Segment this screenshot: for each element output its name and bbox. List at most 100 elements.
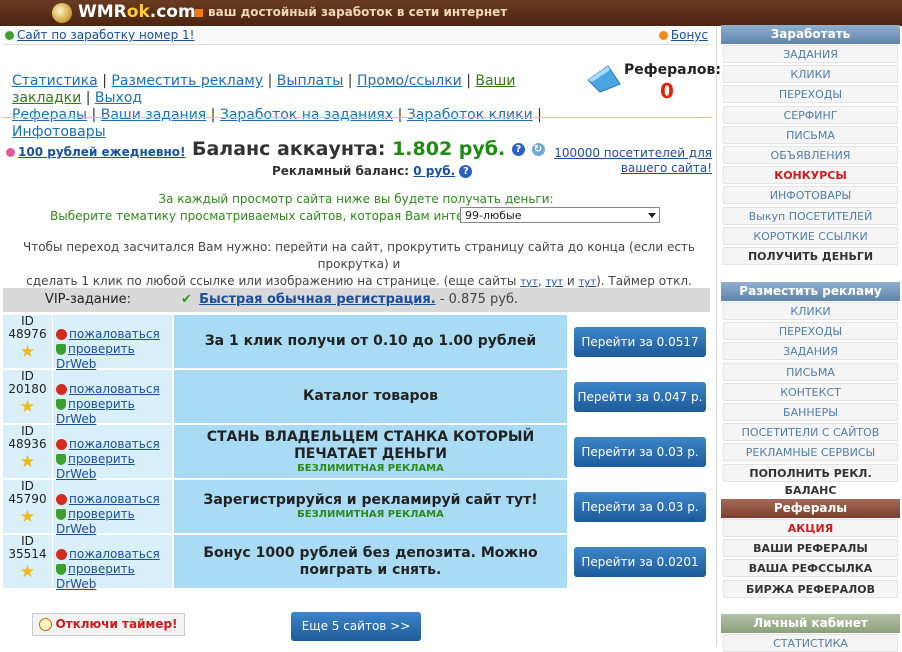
table-row: ID 48936 ★ пожаловаться проверить DrWeb … (3, 424, 710, 481)
shield-icon (56, 509, 66, 520)
sidebar-item-earn[interactable]: ПИСЬМА (723, 126, 898, 144)
nav-statistics[interactable]: Статистика (12, 73, 98, 89)
nav-earn-tasks[interactable]: Заработок на заданиях (220, 107, 393, 123)
nav-earn-clicks[interactable]: Заработок клики (407, 107, 533, 123)
more-sites-link-2[interactable]: тут (545, 277, 563, 288)
sidebar-item-advertise[interactable]: КОНТЕКСТ (723, 383, 898, 401)
row-id-cell: ID 45790 ★ (3, 480, 52, 533)
sidebar-item-advertise[interactable]: ПЕРЕХОДЫ (723, 322, 898, 340)
visitors-promo-link-2[interactable]: вашего сайта! (621, 161, 712, 175)
sidebar-item-referrals[interactable]: ВАШИ РЕФЕРАЛЫ (723, 539, 898, 557)
complain-action: пожаловаться (56, 437, 160, 452)
sidebar-item-earn[interactable]: ИНФОТОВАРЫ (723, 186, 898, 204)
help-icon[interactable]: ? (511, 143, 525, 156)
stop-icon (56, 329, 67, 340)
shield-icon (56, 454, 66, 465)
row-id: 45790 (8, 492, 47, 506)
complain-link[interactable]: пожаловаться (69, 492, 160, 506)
site-best-link[interactable]: Сайт по заработку номер 1! (17, 28, 194, 42)
sidebar-item-earn[interactable]: КОРОТКИЕ ССЫЛКИ (723, 227, 898, 245)
timer-off-button[interactable]: Отключи таймер! (32, 613, 185, 636)
chevron-down-icon (648, 213, 656, 218)
refresh-icon[interactable]: ↻ (531, 143, 545, 156)
go-button[interactable]: Перейти за 0.0201 (574, 547, 706, 577)
nav-your-tasks[interactable]: Ваши задания (101, 107, 207, 123)
sidebar-item-advertise[interactable]: ЗАДАНИЯ (723, 342, 898, 360)
star-icon: ★ (19, 452, 36, 472)
sidebar-item-referrals[interactable]: БИРЖА РЕФЕРАЛОВ (723, 580, 898, 598)
sidebar-item-advertise[interactable]: ПОПОЛНИТЬ РЕКЛ. БАЛАНС (723, 464, 898, 497)
site-logo[interactable]: WMRok.com (78, 2, 196, 22)
sidebar-item-earn[interactable]: КЛИКИ (723, 65, 898, 83)
ad-balance: Рекламный баланс: 0 руб. ? (272, 164, 473, 178)
drweb-action: проверить DrWeb (56, 342, 172, 372)
logo-icon[interactable] (52, 3, 72, 23)
account-balance: Баланс аккаунта: 1.802 руб. ? ↻ (192, 138, 545, 160)
main-nav: Статистика | Разместить рекламу | Выплат… (12, 73, 542, 140)
sidebar-item-earn[interactable]: Выкуп ПОСЕТИТЕЛЕЙ (723, 207, 898, 225)
go-button[interactable]: Перейти за 0.047 р. (574, 382, 706, 412)
sidebar-item-referrals[interactable]: ВАША РЕФССЫЛКА (723, 559, 898, 577)
row-title-cell: Зарегистрируйся и рекламируй сайт тут! Б… (174, 480, 567, 533)
site-best-link-wrap: Сайт по заработку номер 1! (5, 28, 194, 42)
bonus-icon (658, 31, 668, 40)
nav-payouts[interactable]: Выплаты (277, 73, 344, 89)
theme-select[interactable]: 99-любые (460, 207, 660, 223)
row-button-cell: Перейти за 0.0517 (568, 315, 710, 368)
sidebar-item-earn[interactable]: ПОЛУЧИТЬ ДЕНЬГИ (723, 247, 898, 265)
checkmark-icon: ✔ (181, 292, 192, 307)
complain-link[interactable]: пожаловаться (69, 547, 160, 561)
quick-registration: ✔ Быстрая обычная регистрация. - 0.875 р… (181, 292, 518, 307)
more-sites-button[interactable]: Еще 5 сайтов >> (291, 612, 421, 641)
complain-link[interactable]: пожаловаться (69, 437, 160, 451)
sidebar-item-earn[interactable]: КОНКУРСЫ (723, 166, 898, 184)
row-button-cell: Перейти за 0.03 р. (568, 425, 710, 478)
sidebar-item-advertise[interactable]: РЕКЛАМНЫЕ СЕРВИСЫ (723, 443, 898, 461)
sidebar-item-earn[interactable]: СЕРФИНГ (723, 106, 898, 124)
go-button[interactable]: Перейти за 0.03 р. (574, 437, 706, 467)
ad-balance-help-icon[interactable]: ? (459, 165, 473, 178)
sidebar-item-earn[interactable]: ОБЪЯВЛЕНИЯ (723, 146, 898, 164)
bonus-link[interactable]: Бонус (671, 28, 708, 42)
sidebar-item-advertise[interactable]: ПОСЕТИТЕЛИ С САЙТОВ (723, 423, 898, 441)
daily-bonus-link[interactable]: 100 рублей ежедневно! (18, 145, 185, 159)
quick-registration-link[interactable]: Быстрая обычная регистрация. (199, 292, 436, 307)
row-id: 20180 (8, 382, 47, 396)
row-actions-cell: пожаловаться проверить DrWeb (53, 370, 172, 426)
nav-logout[interactable]: Выход (95, 90, 142, 106)
sidebar-item-referrals[interactable]: АКЦИЯ (723, 519, 898, 537)
nav-infoproducts[interactable]: Инфотовары (12, 124, 106, 140)
more-sites-link-3[interactable]: тут (579, 277, 597, 288)
row-actions-cell: пожаловаться проверить DrWeb (53, 535, 172, 591)
sidebar-item-advertise[interactable]: ПИСЬМА (723, 363, 898, 381)
check-drweb-link[interactable]: проверить DrWeb (56, 397, 135, 426)
instruction-line-4b: и (566, 274, 575, 288)
sidebar-item-earn[interactable]: ЗАДАНИЯ (723, 45, 898, 63)
visitors-promo-link-1[interactable]: 100000 посетителей для (554, 146, 712, 160)
row-subtitle: БЕЗЛИМИТНАЯ РЕКЛАМА (297, 509, 444, 520)
nav-promo-links[interactable]: Промо/ссылки (357, 73, 462, 89)
complain-link[interactable]: пожаловаться (69, 382, 160, 396)
check-drweb-link[interactable]: проверить DrWeb (56, 342, 135, 371)
check-drweb-link[interactable]: проверить DrWeb (56, 507, 135, 536)
check-drweb-link[interactable]: проверить DrWeb (56, 452, 135, 481)
go-button[interactable]: Перейти за 0.0517 (574, 327, 706, 357)
more-sites-link-1[interactable]: тут (520, 277, 538, 288)
sidebar-item-advertise[interactable]: БАННЕРЫ (723, 403, 898, 421)
ad-balance-value[interactable]: 0 руб. (413, 164, 455, 178)
sidebar-item-cabinet[interactable]: СТАТИСТИКА (723, 634, 898, 652)
complain-link[interactable]: пожаловаться (69, 327, 160, 341)
sidebar-item-advertise[interactable]: КЛИКИ (723, 302, 898, 320)
referrals-box[interactable]: Рефералов: 0 (586, 62, 721, 103)
nav-place-ads[interactable]: Разместить рекламу (111, 73, 263, 89)
logo-main: WMR (78, 2, 127, 22)
row-title: Бонус 1000 рублей без депозита. Можно по… (203, 544, 538, 578)
row-title: Каталог товаров (302, 388, 439, 404)
check-drweb-link[interactable]: проверить DrWeb (56, 562, 135, 591)
stop-icon (56, 439, 67, 450)
sidebar-item-earn[interactable]: ПЕРЕХОДЫ (723, 85, 898, 103)
nav-referrals[interactable]: Рефералы (12, 107, 87, 123)
complain-action: пожаловаться (56, 492, 160, 507)
go-button[interactable]: Перейти за 0.03 р. (574, 492, 706, 522)
row-id-label: ID (21, 424, 34, 438)
